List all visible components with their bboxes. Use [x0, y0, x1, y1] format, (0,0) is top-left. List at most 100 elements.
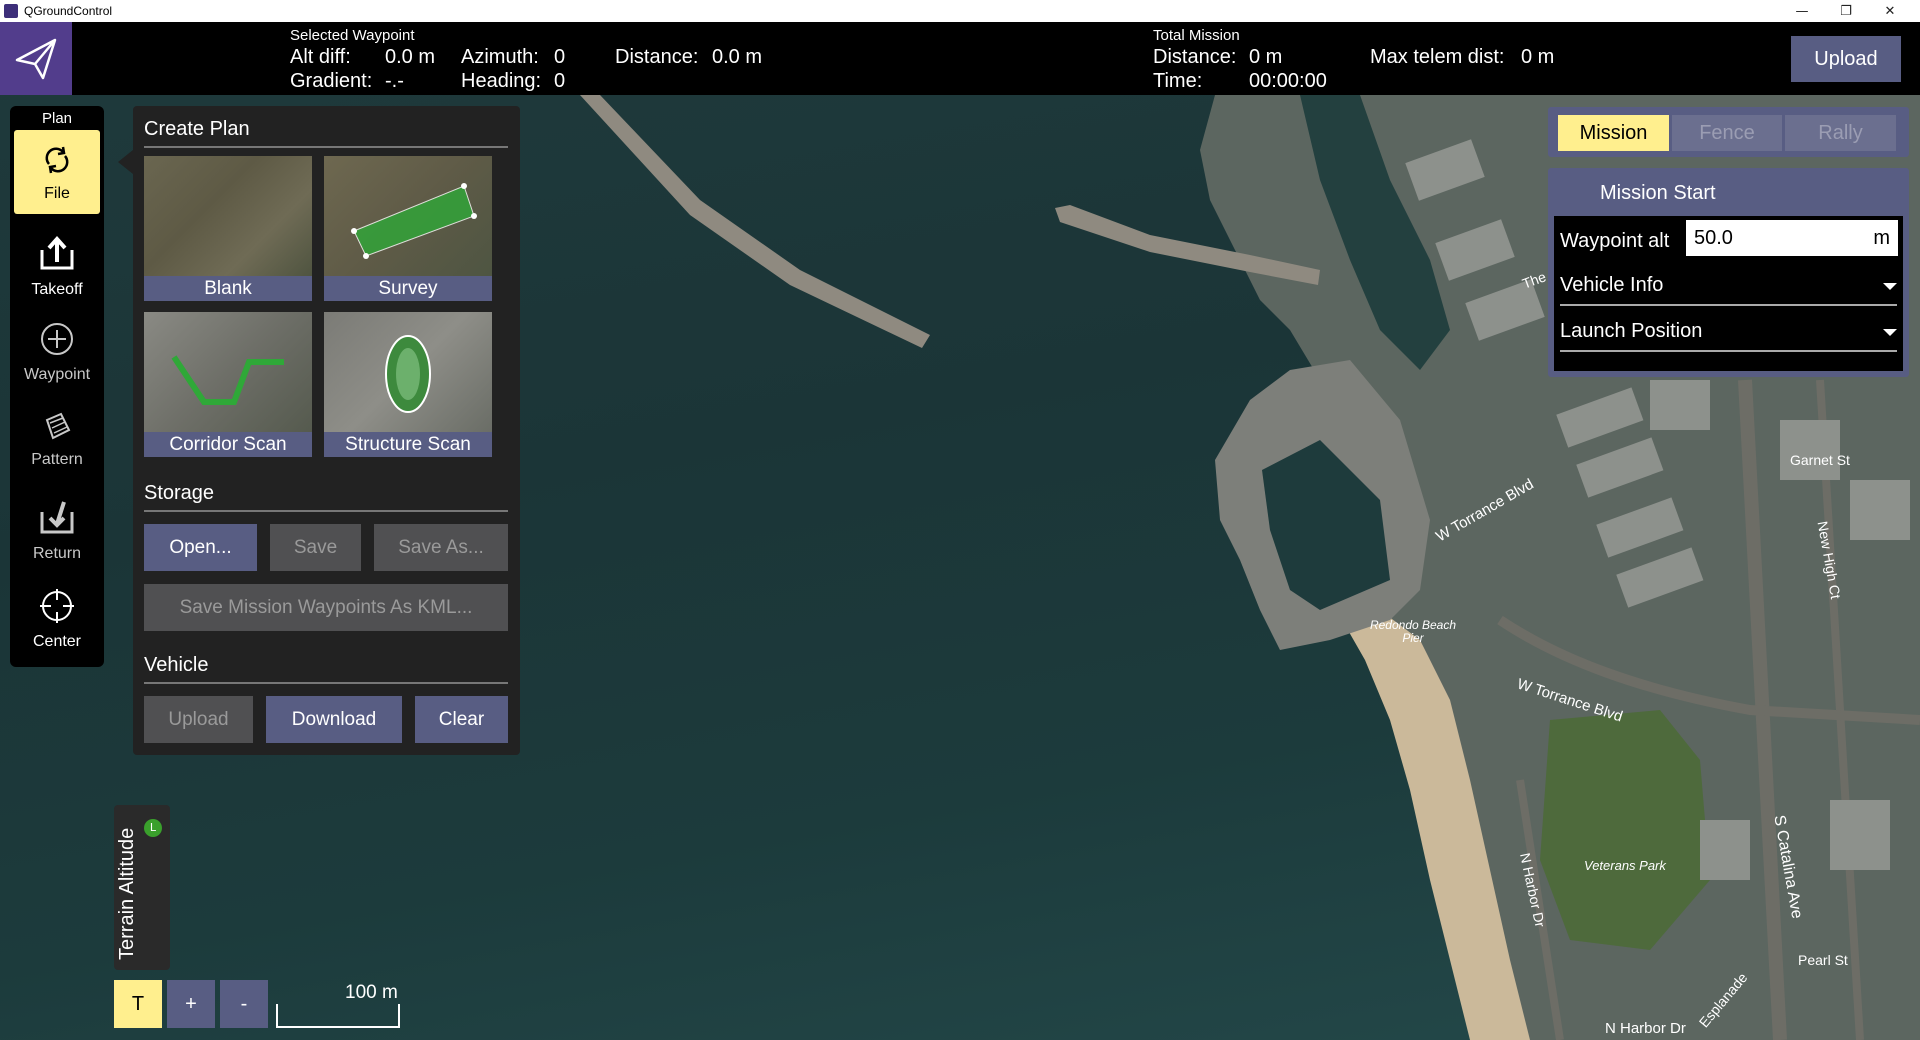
download-button[interactable]: Download — [266, 696, 402, 743]
terrain-altitude-panel[interactable]: L Terrain Altitude — [114, 805, 170, 970]
waypoint-alt-field[interactable]: 50.0 m — [1686, 220, 1898, 256]
save-as-button[interactable]: Save As... — [374, 524, 508, 571]
map-label-garnet-st: Garnet St — [1790, 452, 1850, 468]
zoom-in-button[interactable]: + — [167, 980, 215, 1028]
template-corridor-preview — [144, 312, 312, 432]
toolstrip-waypoint[interactable]: Waypoint — [14, 321, 100, 384]
map-label-redondo-pier: Redondo Beach Pier — [1369, 618, 1457, 645]
restore-button[interactable]: ❐ — [1826, 0, 1866, 22]
toolstrip-takeoff-label: Takeoff — [31, 281, 83, 298]
map-scale-bar — [276, 1004, 400, 1028]
app-icon — [4, 4, 18, 18]
template-corridor-scan[interactable]: Corridor Scan — [144, 312, 312, 457]
gradient-value: -.- — [385, 70, 404, 92]
azimuth-label: Azimuth: — [461, 46, 539, 68]
launch-position-chevron-icon — [1883, 329, 1897, 336]
toolstrip-pattern[interactable]: Pattern — [14, 410, 100, 469]
clear-button[interactable]: Clear — [415, 696, 508, 743]
selected-waypoint-label: Selected Waypoint — [290, 27, 415, 44]
storage-heading: Storage — [144, 482, 215, 504]
template-blank-label: Blank — [144, 276, 312, 301]
open-button[interactable]: Open... — [144, 524, 257, 571]
create-plan-heading: Create Plan — [144, 118, 250, 140]
template-structure-scan[interactable]: Structure Scan — [324, 312, 492, 457]
vehicle-upload-button[interactable]: Upload — [144, 696, 253, 743]
center-icon — [40, 589, 74, 623]
waypoint-icon — [41, 323, 73, 355]
tab-fence[interactable]: Fence — [1672, 115, 1782, 151]
vehicle-info-label: Vehicle Info — [1560, 274, 1664, 296]
map-label-n-harbor-dr-2: N Harbor Dr — [1605, 1020, 1686, 1037]
total-mission-label: Total Mission — [1153, 27, 1240, 44]
tab-rally[interactable]: Rally — [1785, 115, 1896, 151]
template-blank-preview — [144, 156, 312, 276]
mission-settings-body: Waypoint alt 50.0 m Vehicle Info Launch … — [1554, 216, 1903, 371]
tab-mission[interactable]: Mission — [1558, 115, 1669, 151]
window-title: QGroundControl — [24, 4, 113, 18]
launch-position-divider — [1560, 350, 1897, 352]
minimize-button[interactable]: — — [1782, 0, 1822, 22]
template-survey-label: Survey — [324, 276, 492, 301]
max-telem-value: 0 m — [1521, 46, 1555, 68]
template-structure-label: Structure Scan — [324, 432, 492, 457]
structure-oval-icon — [385, 335, 431, 413]
toolstrip-file[interactable]: File — [14, 130, 100, 214]
mission-start-title[interactable]: Mission Start — [1600, 182, 1716, 205]
takeoff-icon — [40, 235, 74, 270]
plan-type-tabs: Mission Fence Rally — [1548, 107, 1909, 157]
toolstrip-return[interactable]: Return — [14, 498, 100, 563]
terrain-toggle-button[interactable]: T — [114, 980, 162, 1028]
corridor-path-icon — [171, 355, 284, 405]
paper-plane-icon — [15, 38, 57, 79]
survey-polygon-icon — [351, 183, 477, 259]
total-distance-label: Distance: — [1153, 46, 1237, 68]
time-value: 00:00:00 — [1249, 70, 1327, 92]
close-button[interactable]: ✕ — [1870, 0, 1910, 22]
template-survey-preview — [324, 156, 492, 276]
time-label: Time: — [1153, 70, 1203, 92]
toolstrip-takeoff[interactable]: Takeoff — [14, 234, 100, 299]
vehicle-info-chevron-icon — [1883, 283, 1897, 290]
alt-diff-label: Alt diff: — [290, 46, 351, 68]
template-structure-preview — [324, 312, 492, 432]
storage-divider — [144, 510, 508, 512]
distance-value: 0.0 m — [712, 46, 763, 68]
top-toolbar: Selected Waypoint Alt diff: 0.0 m Gradie… — [0, 22, 1920, 95]
launch-position-label: Launch Position — [1560, 320, 1703, 342]
return-icon — [40, 501, 74, 534]
vehicle-info-divider — [1560, 304, 1897, 306]
upload-button[interactable]: Upload — [1791, 36, 1901, 82]
vehicle-divider — [144, 682, 508, 684]
waypoint-alt-value: 50.0 — [1694, 227, 1733, 249]
waypoint-alt-label: Waypoint alt — [1560, 230, 1670, 252]
zoom-out-button[interactable]: - — [220, 980, 268, 1028]
save-kml-button[interactable]: Save Mission Waypoints As KML... — [144, 584, 508, 631]
vehicle-heading: Vehicle — [144, 654, 209, 676]
toolstrip-header: Plan — [41, 110, 73, 127]
terrain-altitude-label: Terrain Altitude — [116, 827, 138, 960]
map-scale-label: 100 m — [345, 982, 398, 1003]
template-blank[interactable]: Blank — [144, 156, 312, 301]
plan-toolstrip: Plan File Takeoff Waypoint Pattern Retur… — [10, 106, 104, 667]
heading-value: 0 — [554, 70, 566, 92]
create-plan-panel: Create Plan Blank Survey Corridor Scan S… — [133, 106, 520, 755]
gradient-label: Gradient: — [290, 70, 373, 92]
terrain-badge: L — [144, 819, 162, 837]
toolstrip-file-label: File — [44, 185, 70, 202]
map-label-veterans-park: Veterans Park — [1584, 858, 1666, 873]
max-telem-label: Max telem dist: — [1370, 46, 1505, 68]
sync-icon — [45, 146, 69, 174]
waypoint-alt-unit: m — [1873, 227, 1890, 249]
template-survey[interactable]: Survey — [324, 156, 492, 301]
map-label-pearl-st: Pearl St — [1798, 952, 1848, 968]
heading-label: Heading: — [461, 70, 542, 92]
mission-start-panel: Mission Start Waypoint alt 50.0 m Vehicl… — [1548, 168, 1909, 377]
toolstrip-waypoint-label: Waypoint — [23, 366, 91, 383]
azimuth-value: 0 — [554, 46, 566, 68]
template-corridor-label: Corridor Scan — [144, 432, 312, 457]
panel-pointer — [118, 150, 133, 174]
toolstrip-center[interactable]: Center — [14, 588, 100, 651]
save-button[interactable]: Save — [270, 524, 361, 571]
qgc-logo-button[interactable] — [0, 22, 72, 95]
toolstrip-center-label: Center — [32, 633, 82, 650]
